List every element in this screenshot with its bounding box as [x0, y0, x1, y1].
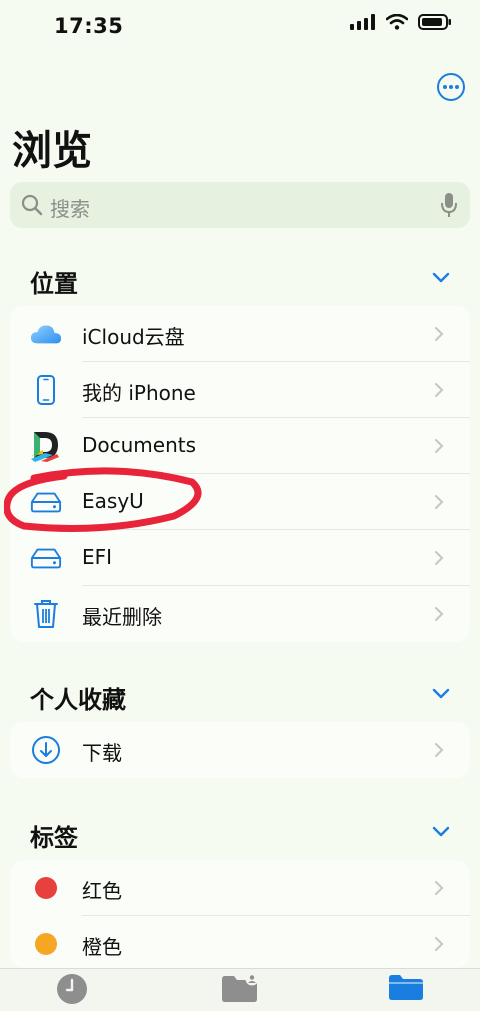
clock-icon	[57, 974, 87, 1004]
location-row-icloud[interactable]: iCloud云盘	[10, 306, 470, 362]
section-title-locations: 位置	[30, 270, 78, 298]
search-bar[interactable]: 搜索	[10, 182, 470, 228]
chevron-right-icon	[435, 439, 444, 453]
tab-bar	[0, 968, 480, 1011]
tag-orange-dot	[35, 933, 57, 955]
shared-folder-icon	[222, 973, 259, 1002]
favorites-list: 下载	[10, 722, 470, 778]
chevron-down-icon[interactable]	[432, 272, 450, 284]
drive-icon	[30, 486, 62, 518]
chevron-down-icon[interactable]	[432, 826, 450, 838]
section-title-tags: 标签	[30, 824, 78, 852]
favorite-label: 下载	[82, 741, 122, 765]
cellular-signal-icon	[350, 14, 375, 30]
status-bar: 17:35	[0, 0, 480, 56]
icloud-icon	[30, 318, 62, 350]
section-header-favorites[interactable]: 个人收藏	[0, 674, 480, 718]
documents-app-icon	[30, 430, 62, 462]
location-row-iphone[interactable]: 我的 iPhone	[10, 362, 470, 418]
chevron-right-icon	[435, 551, 444, 565]
location-row-documents[interactable]: Documents	[10, 418, 470, 474]
tag-red-dot	[35, 877, 57, 899]
chevron-right-icon	[435, 937, 444, 951]
folder-icon	[389, 975, 423, 1000]
chevron-right-icon	[435, 881, 444, 895]
status-time: 17:35	[54, 14, 124, 38]
download-icon	[30, 734, 62, 766]
page-title: 浏览	[12, 128, 92, 174]
section-header-locations[interactable]: 位置	[0, 258, 480, 302]
tag-row-red[interactable]: 红色	[10, 860, 470, 916]
tag-row-orange[interactable]: 橙色	[10, 916, 470, 968]
iphone-icon	[30, 374, 62, 406]
favorite-row-downloads[interactable]: 下载	[10, 722, 470, 778]
microphone-icon[interactable]	[440, 192, 458, 218]
location-label: EasyU	[82, 489, 144, 513]
battery-icon	[418, 14, 451, 30]
location-label: EFI	[82, 545, 113, 569]
chevron-right-icon	[435, 495, 444, 509]
recents-tab[interactable]	[52, 973, 92, 1007]
chevron-right-icon	[435, 743, 444, 757]
search-input[interactable]: 搜索	[50, 193, 90, 222]
locations-list: iCloud云盘 我的 iPhone Documents EasyU EFI 最…	[10, 306, 470, 642]
location-label: 我的 iPhone	[82, 381, 196, 405]
search-icon	[21, 194, 43, 216]
chevron-right-icon	[435, 327, 444, 341]
location-label: 最近删除	[82, 605, 162, 629]
tag-label: 红色	[82, 879, 122, 903]
shared-tab[interactable]	[220, 973, 260, 1007]
location-row-easyu[interactable]: EasyU	[10, 474, 470, 530]
trash-icon	[30, 598, 62, 630]
section-header-tags[interactable]: 标签	[0, 812, 480, 856]
tag-label: 橙色	[82, 935, 122, 959]
tags-list: 红色 橙色	[10, 860, 470, 968]
location-row-efi[interactable]: EFI	[10, 530, 470, 586]
location-row-recently-deleted[interactable]: 最近删除	[10, 586, 470, 642]
chevron-right-icon	[435, 607, 444, 621]
browse-tab[interactable]	[386, 973, 426, 1007]
wifi-icon	[386, 14, 408, 30]
chevron-right-icon	[435, 383, 444, 397]
location-label: iCloud云盘	[82, 325, 185, 349]
chevron-down-icon[interactable]	[432, 688, 450, 700]
status-icons	[350, 14, 452, 30]
section-title-favorites: 个人收藏	[30, 686, 126, 714]
location-label: Documents	[82, 433, 197, 457]
more-options-button[interactable]	[436, 72, 466, 102]
drive-icon	[30, 542, 62, 574]
